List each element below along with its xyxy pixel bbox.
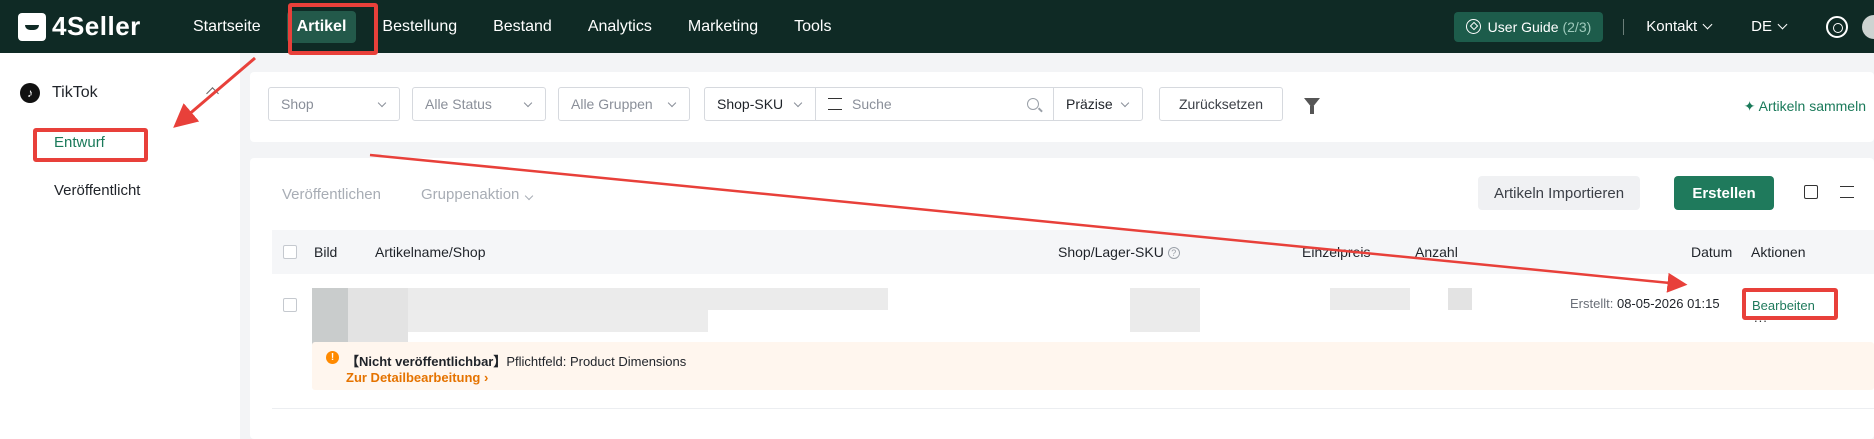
annotation-arrow-to-entwurf <box>173 56 256 128</box>
annotation-arrow-to-bearbeiten <box>369 153 1688 293</box>
annotation-arrows <box>173 56 1688 293</box>
